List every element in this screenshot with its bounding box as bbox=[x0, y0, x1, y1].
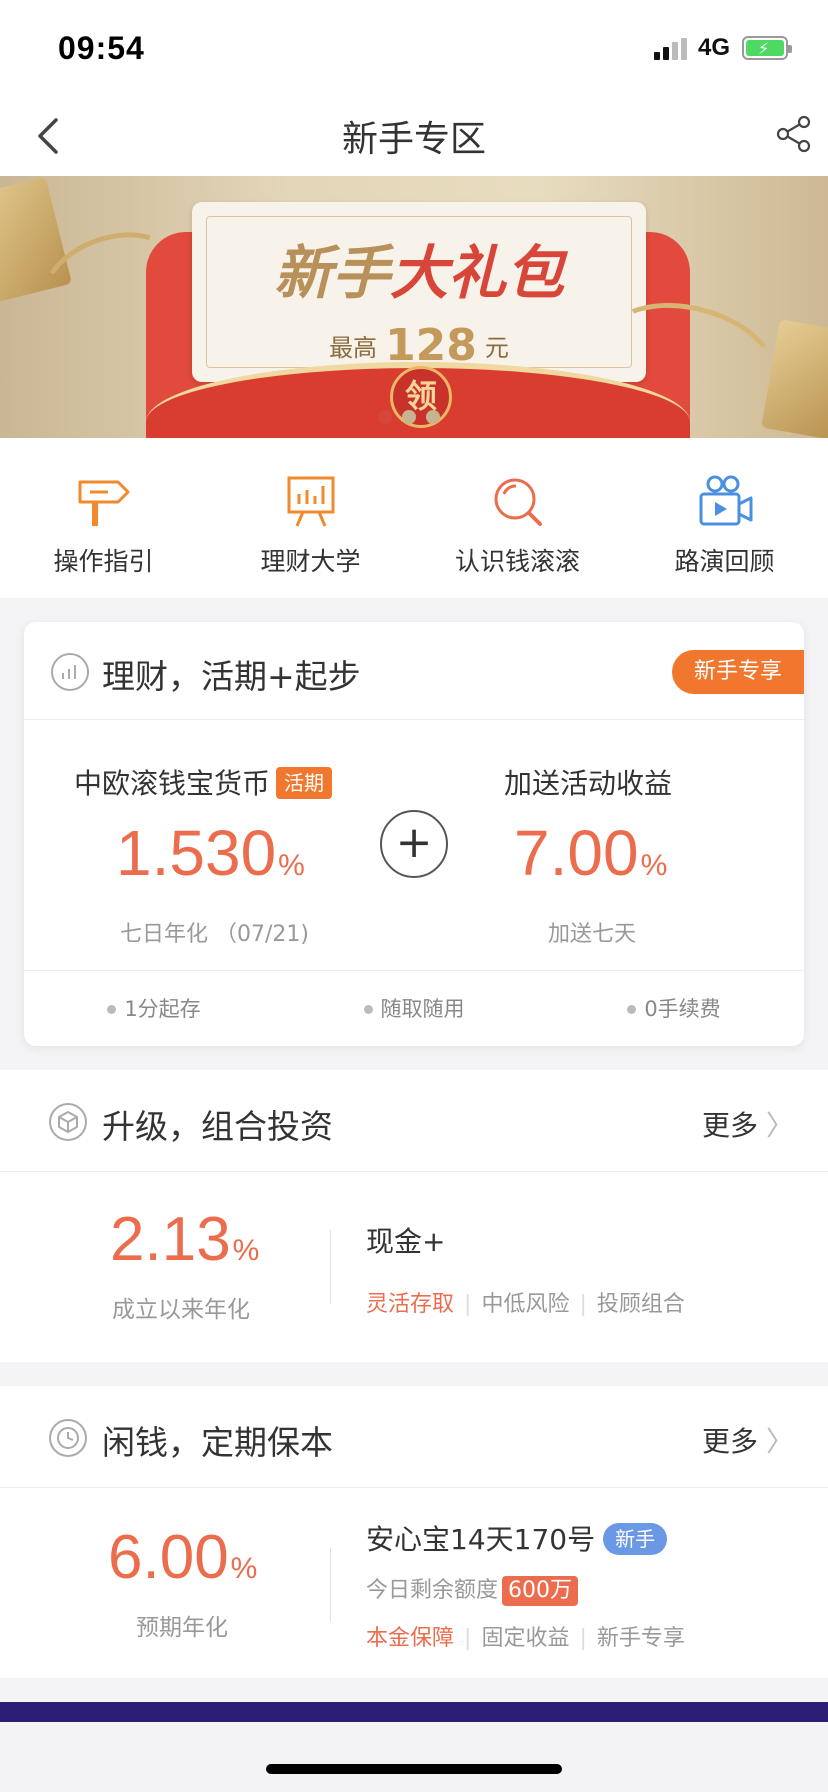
section-title: 闲钱，定期保本 bbox=[102, 1423, 333, 1462]
bonus-note: 加送七天 bbox=[548, 922, 637, 947]
seven-day-rate: 1.530% bbox=[116, 817, 305, 889]
tag: 本金保障 bbox=[366, 1626, 455, 1651]
section-header: 升级，组合投资 更多〉 bbox=[0, 1070, 828, 1172]
rate-note: 成立以来年化 bbox=[112, 1297, 250, 1323]
home-indicator[interactable] bbox=[266, 1764, 562, 1774]
section-header: 理财，活期+起步 新手专享 bbox=[24, 622, 804, 720]
remaining-quota: 今日剩余额度 600万 bbox=[366, 1572, 579, 1606]
magnifier-icon bbox=[494, 478, 542, 526]
tag: 固定收益 bbox=[481, 1626, 570, 1651]
section-header: 闲钱，定期保本 更多〉 bbox=[0, 1386, 828, 1488]
banner-headline: 新手大礼包 bbox=[273, 239, 565, 307]
quick-menu-label: 理财大学 bbox=[260, 547, 361, 576]
rate-note: 预期年化 bbox=[136, 1615, 228, 1641]
expected-rate[interactable]: 6.00% bbox=[108, 1522, 257, 1593]
portfolio-section: 升级，组合投资 更多〉 2.13% 成立以来年化 现金+ 灵活存取 | 中低风险 | 投… bbox=[0, 1070, 828, 1362]
more-button[interactable]: 更多〉 bbox=[702, 1420, 794, 1460]
rate-note: 七日年化 （07/21) bbox=[120, 922, 309, 947]
section-title: 升级，组合投资 bbox=[102, 1107, 333, 1146]
tag: 灵活存取 bbox=[366, 1292, 455, 1317]
network-label: 4G bbox=[698, 34, 731, 61]
share-button[interactable] bbox=[772, 112, 816, 156]
exclusive-tag: 新手专享 bbox=[671, 650, 804, 694]
video-camera-icon bbox=[699, 475, 752, 526]
quick-menu-university[interactable]: 理财大学 bbox=[207, 438, 414, 598]
clock-icon bbox=[49, 1419, 87, 1457]
feature-item: 1分起存 bbox=[24, 971, 284, 1046]
feature-item: 0手续费 bbox=[544, 971, 804, 1046]
quick-menu-roadshow[interactable]: 路演回顾 bbox=[621, 438, 828, 598]
battery-icon: ⚡ bbox=[742, 36, 792, 60]
page-title: 新手专区 bbox=[341, 119, 486, 160]
product-tags: 灵活存取 | 中低风险 | 投顾组合 bbox=[366, 1286, 685, 1318]
newbie-badge: 新手 bbox=[603, 1523, 668, 1555]
more-button[interactable]: 更多〉 bbox=[702, 1104, 794, 1144]
quick-menu: 操作指引 理财大学 认识钱滚滚 路演回顾 bbox=[0, 438, 828, 598]
signpost-icon bbox=[78, 480, 129, 526]
back-button[interactable] bbox=[26, 112, 74, 160]
product-tags: 本金保障 | 固定收益 | 新手专享 bbox=[366, 1620, 685, 1652]
nav-bar: 新手专区 bbox=[0, 96, 828, 176]
cube-icon bbox=[49, 1103, 87, 1141]
feature-row: 1分起存 随取随用 0手续费 bbox=[24, 970, 804, 1046]
tag: 投顾组合 bbox=[596, 1292, 685, 1317]
product-badge: 活期 bbox=[276, 767, 333, 799]
banner-card: 新手大礼包 最高 128 元 bbox=[192, 202, 646, 382]
quick-menu-label: 认识钱滚滚 bbox=[454, 547, 580, 576]
home-indicator-area bbox=[0, 1722, 828, 1792]
chevron-left-icon bbox=[38, 118, 58, 154]
feature-item: 随取随用 bbox=[284, 971, 544, 1046]
signal-icon bbox=[654, 38, 688, 60]
tag: 新手专享 bbox=[596, 1626, 685, 1651]
carousel-dot[interactable] bbox=[426, 410, 440, 424]
tag: 中低风险 bbox=[481, 1292, 570, 1317]
section-title: 理财，活期+起步 bbox=[102, 657, 361, 696]
plus-icon: + bbox=[380, 810, 448, 878]
quick-menu-label: 操作指引 bbox=[53, 547, 154, 576]
quick-menu-guide[interactable]: 操作指引 bbox=[0, 438, 207, 598]
quick-menu-label: 路演回顾 bbox=[674, 547, 775, 576]
gift-box-right bbox=[761, 319, 828, 438]
fixed-term-section: 闲钱，定期保本 更多〉 6.00% 预期年化 安心宝14天170号 新手 今日剩余… bbox=[0, 1386, 828, 1678]
carousel-dots[interactable] bbox=[378, 410, 440, 424]
quick-menu-about[interactable]: 认识钱滚滚 bbox=[414, 438, 621, 598]
annualized-rate[interactable]: 2.13% bbox=[110, 1204, 259, 1275]
status-time: 09:54 bbox=[58, 30, 145, 66]
divider bbox=[330, 1548, 331, 1622]
carousel-dot[interactable] bbox=[378, 410, 392, 424]
product-name[interactable]: 现金+ bbox=[366, 1220, 445, 1260]
product-name[interactable]: 安心宝14天170号 新手 bbox=[366, 1518, 668, 1558]
quota-amount: 600万 bbox=[502, 1576, 579, 1606]
chevron-right-icon: 〉 bbox=[765, 1425, 794, 1458]
current-deposit-card[interactable]: 理财，活期+起步 新手专享 中欧滚钱宝货币 活期 1.530% 七日年化 （07/… bbox=[24, 622, 804, 1046]
status-bar: 09:54 4G ⚡ bbox=[0, 0, 828, 96]
chart-icon bbox=[51, 653, 89, 691]
presentation-board-icon bbox=[287, 476, 334, 527]
product-name: 中欧滚钱宝货币 活期 bbox=[74, 762, 333, 802]
divider bbox=[330, 1230, 331, 1304]
carousel-dot[interactable] bbox=[402, 410, 416, 424]
share-icon bbox=[776, 115, 811, 153]
chevron-right-icon: 〉 bbox=[765, 1109, 794, 1142]
bonus-title: 加送活动收益 bbox=[504, 767, 673, 800]
bonus-rate: 7.00% bbox=[514, 817, 668, 889]
promo-banner[interactable]: 新手大礼包 最高 128 元 领 bbox=[0, 176, 828, 438]
